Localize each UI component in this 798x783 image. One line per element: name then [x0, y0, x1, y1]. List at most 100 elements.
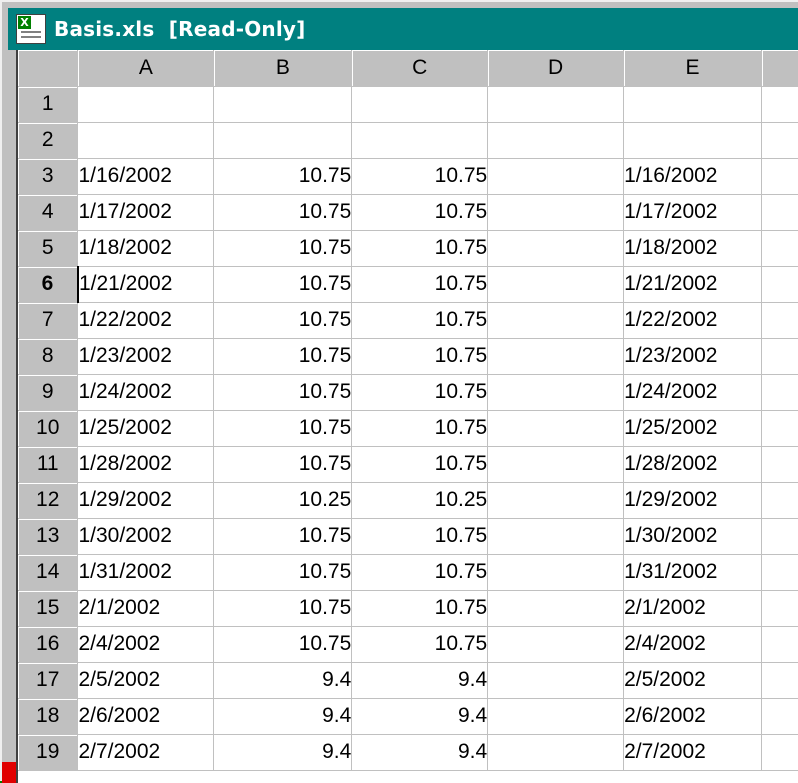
cell-f[interactable] — [762, 554, 798, 590]
cell-a[interactable]: 1/29/2002 — [78, 482, 214, 518]
excel-document-icon[interactable]: X — [16, 14, 46, 44]
cell-a[interactable] — [78, 86, 214, 122]
cell-c[interactable]: 9.4 — [352, 662, 488, 698]
cell-a[interactable]: 1/24/2002 — [78, 374, 214, 410]
cell-b[interactable]: 10.75 — [214, 158, 352, 194]
row-header[interactable]: 18 — [18, 698, 78, 734]
cell-b[interactable]: 10.75 — [214, 554, 352, 590]
cell-e[interactable]: 1/29/2002 — [624, 482, 762, 518]
cell-a[interactable] — [78, 122, 214, 158]
cell-a[interactable]: 2/1/2002 — [78, 590, 214, 626]
cell-f[interactable] — [762, 662, 798, 698]
cell-a[interactable]: 1/23/2002 — [78, 338, 214, 374]
cell-d[interactable] — [488, 194, 624, 230]
cell-e[interactable] — [624, 122, 762, 158]
cell-e[interactable]: 1/24/2002 — [624, 374, 762, 410]
cell-c[interactable]: 10.75 — [352, 410, 488, 446]
row-header[interactable]: 10 — [18, 410, 78, 446]
cell-a[interactable]: 1/28/2002 — [78, 446, 214, 482]
column-header-a[interactable]: A — [78, 50, 214, 86]
cell-d[interactable] — [488, 86, 624, 122]
cell-d[interactable] — [488, 230, 624, 266]
cell-b[interactable]: 10.25 — [214, 482, 352, 518]
row-header[interactable]: 1 — [18, 86, 78, 122]
cell-c[interactable] — [352, 86, 488, 122]
cell-e[interactable]: 2/6/2002 — [624, 698, 762, 734]
column-header-f[interactable] — [762, 50, 798, 86]
row-header[interactable]: 17 — [18, 662, 78, 698]
cell-b[interactable] — [214, 122, 352, 158]
cell-c[interactable]: 10.75 — [352, 518, 488, 554]
cell-e[interactable]: 1/16/2002 — [624, 158, 762, 194]
cell-f[interactable] — [762, 374, 798, 410]
row-header[interactable]: 4 — [18, 194, 78, 230]
cell-e[interactable]: 2/5/2002 — [624, 662, 762, 698]
cell-a[interactable]: 2/7/2002 — [78, 734, 214, 770]
cell-a[interactable]: 2/5/2002 — [78, 662, 214, 698]
cell-c[interactable]: 10.75 — [352, 158, 488, 194]
cell-d[interactable] — [488, 338, 624, 374]
column-header-d[interactable]: D — [488, 50, 624, 86]
cell-c[interactable]: 10.75 — [352, 374, 488, 410]
cell-e[interactable]: 1/21/2002 — [624, 266, 762, 302]
cell-d[interactable] — [488, 734, 624, 770]
cell-e[interactable]: 1/22/2002 — [624, 302, 762, 338]
cell-c[interactable]: 10.75 — [352, 302, 488, 338]
cell-a[interactable]: 1/16/2002 — [78, 158, 214, 194]
cell-d[interactable] — [488, 482, 624, 518]
cell-b[interactable]: 10.75 — [214, 338, 352, 374]
row-header[interactable]: 15 — [18, 590, 78, 626]
cell-f[interactable] — [762, 158, 798, 194]
cell-b[interactable]: 10.75 — [214, 518, 352, 554]
select-all-corner[interactable] — [18, 50, 78, 86]
cell-b[interactable]: 9.4 — [214, 662, 352, 698]
cell-c[interactable]: 10.25 — [352, 482, 488, 518]
row-header[interactable]: 3 — [18, 158, 78, 194]
row-header[interactable]: 7 — [18, 302, 78, 338]
cell-f[interactable] — [762, 86, 798, 122]
cell-f[interactable] — [762, 698, 798, 734]
column-header-e[interactable]: E — [624, 50, 762, 86]
cell-b[interactable]: 10.75 — [214, 194, 352, 230]
cell-f[interactable] — [762, 734, 798, 770]
cell-e[interactable]: 1/17/2002 — [624, 194, 762, 230]
row-header[interactable]: 9 — [18, 374, 78, 410]
cell-d[interactable] — [488, 518, 624, 554]
cell-d[interactable] — [488, 590, 624, 626]
cell-a[interactable]: 1/31/2002 — [78, 554, 214, 590]
cell-e[interactable]: 1/18/2002 — [624, 230, 762, 266]
cell-e[interactable]: 2/1/2002 — [624, 590, 762, 626]
row-header[interactable]: 16 — [18, 626, 78, 662]
cell-e[interactable]: 1/31/2002 — [624, 554, 762, 590]
cell-e[interactable]: 1/23/2002 — [624, 338, 762, 374]
cell-b[interactable]: 9.4 — [214, 698, 352, 734]
cell-b[interactable]: 10.75 — [214, 374, 352, 410]
row-header[interactable]: 13 — [18, 518, 78, 554]
cell-d[interactable] — [488, 374, 624, 410]
cell-c[interactable]: 9.4 — [352, 734, 488, 770]
row-header[interactable]: 5 — [18, 230, 78, 266]
cell-d[interactable] — [488, 446, 624, 482]
cell-b[interactable]: 10.75 — [214, 410, 352, 446]
cell-f[interactable] — [762, 518, 798, 554]
cell-e[interactable]: 1/30/2002 — [624, 518, 762, 554]
row-header[interactable]: 11 — [18, 446, 78, 482]
cell-a[interactable]: 1/25/2002 — [78, 410, 214, 446]
cell-c[interactable]: 10.75 — [352, 266, 488, 302]
cell-e[interactable] — [624, 86, 762, 122]
cell-c[interactable]: 10.75 — [352, 194, 488, 230]
cell-f[interactable] — [762, 626, 798, 662]
column-header-c[interactable]: C — [352, 50, 488, 86]
cell-d[interactable] — [488, 626, 624, 662]
cell-a[interactable]: 2/4/2002 — [78, 626, 214, 662]
cell-f[interactable] — [762, 122, 798, 158]
cell-c[interactable]: 9.4 — [352, 698, 488, 734]
cell-f[interactable] — [762, 266, 798, 302]
cell-d[interactable] — [488, 554, 624, 590]
cell-d[interactable] — [488, 410, 624, 446]
cell-b[interactable]: 10.75 — [214, 302, 352, 338]
cell-f[interactable] — [762, 230, 798, 266]
cell-e[interactable]: 1/28/2002 — [624, 446, 762, 482]
row-header[interactable]: 2 — [18, 122, 78, 158]
cell-c[interactable]: 10.75 — [352, 230, 488, 266]
